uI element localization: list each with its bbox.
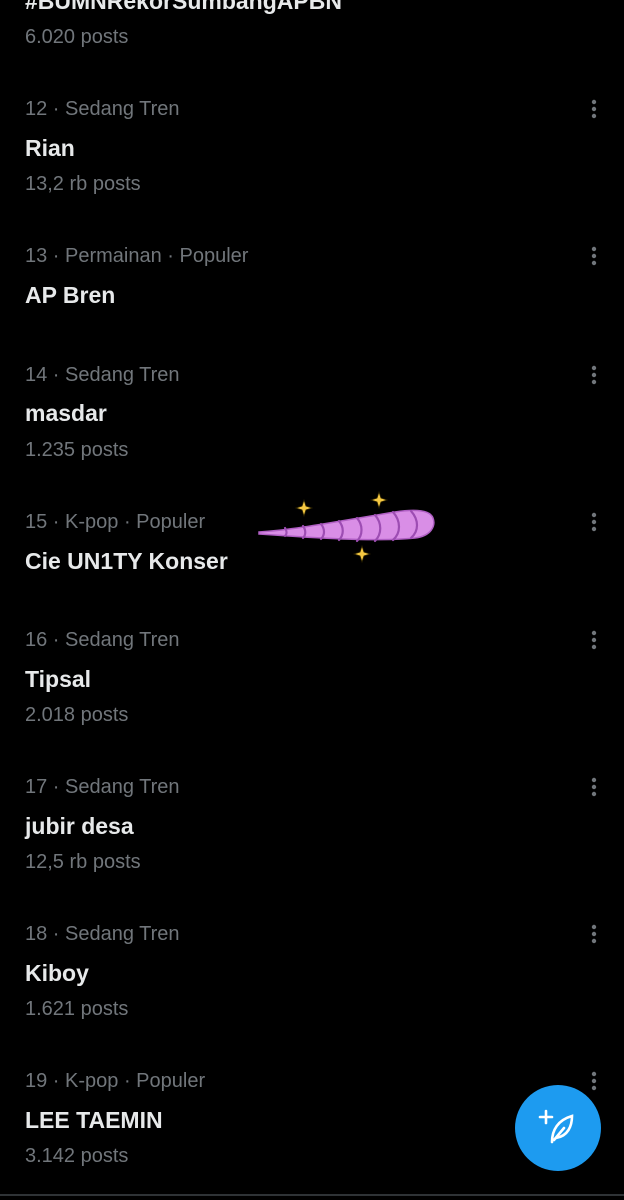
trend-meta: 12 · Sedang Tren (25, 98, 180, 120)
more-options-button[interactable] (580, 920, 608, 948)
trend-meta: 16 · Sedang Tren (25, 629, 180, 651)
trend-post-count: 3.142 posts (25, 1145, 129, 1167)
more-vertical-icon (591, 512, 597, 532)
more-options-button[interactable] (580, 1067, 608, 1095)
more-vertical-icon (591, 99, 597, 119)
more-vertical-icon (591, 365, 597, 385)
trend-post-count: 1.621 posts (25, 998, 129, 1020)
more-options-button[interactable] (580, 626, 608, 654)
trend-title: jubir desa (25, 813, 134, 839)
trend-post-count: 1.235 posts (25, 439, 129, 461)
more-options-button[interactable] (580, 773, 608, 801)
more-vertical-icon (591, 630, 597, 650)
sparkle-horn-sticker (255, 490, 440, 575)
trend-title: #BUMNRekorSumbangAPBN (25, 0, 342, 14)
trend-meta: 14 · Sedang Tren (25, 364, 180, 386)
trend-post-count: 13,2 rb posts (25, 173, 141, 195)
trend-title: masdar (25, 400, 107, 426)
trend-meta: 13 · Permainan · Populer (25, 245, 249, 267)
trend-meta: 18 · Sedang Tren (25, 923, 180, 945)
more-options-button[interactable] (580, 508, 608, 536)
more-vertical-icon (591, 246, 597, 266)
trend-title: AP Bren (25, 282, 116, 308)
trend-meta: 17 · Sedang Tren (25, 776, 180, 798)
feather-plus-icon (538, 1109, 574, 1144)
more-vertical-icon (591, 777, 597, 797)
more-options-button[interactable] (580, 95, 608, 123)
trend-title: Tipsal (25, 666, 92, 692)
trend-title: Kiboy (25, 960, 89, 986)
more-options-button[interactable] (580, 361, 608, 389)
trend-meta: 15 · K-pop · Populer (25, 511, 206, 533)
trend-title: Rian (25, 135, 75, 161)
trend-title: Cie UN1TY Konser (25, 548, 228, 574)
trend-title: LEE TAEMIN (25, 1107, 163, 1133)
more-vertical-icon (591, 1071, 597, 1091)
more-vertical-icon (591, 924, 597, 944)
compose-post-button[interactable] (515, 1085, 601, 1171)
trend-meta: 19 · K-pop · Populer (25, 1070, 206, 1092)
trend-post-count: 12,5 rb posts (25, 851, 141, 873)
trend-post-count: 6.020 posts (25, 26, 129, 48)
trend-post-count: 2.018 posts (25, 704, 129, 726)
divider (0, 1194, 624, 1196)
more-options-button[interactable] (580, 242, 608, 270)
